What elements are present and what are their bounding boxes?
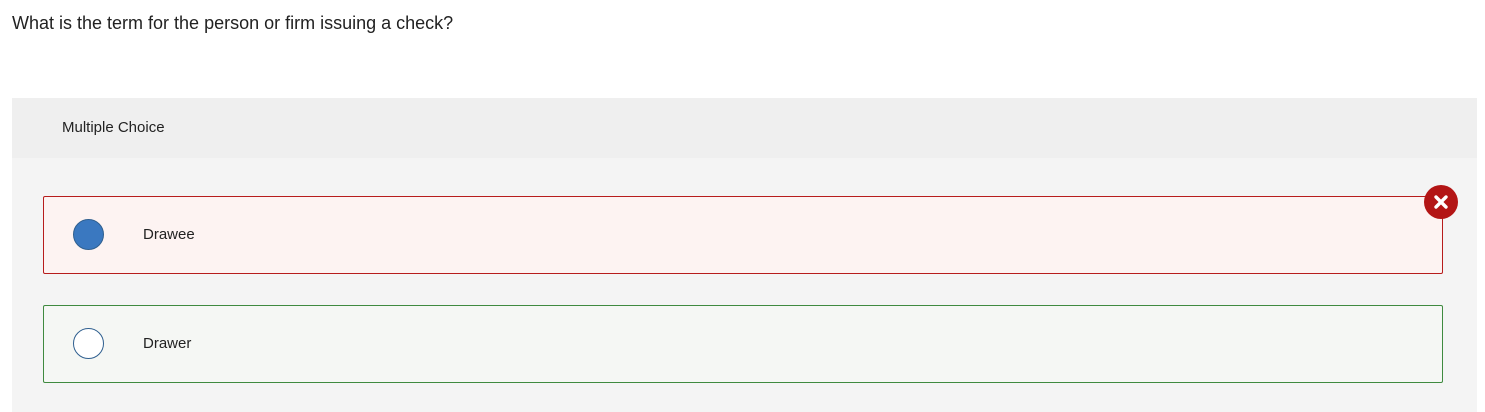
answer-option-drawer[interactable]: Drawer [43,305,1443,383]
question-type-label: Multiple Choice [62,119,165,136]
question-text: What is the term for the person or firm … [12,13,454,33]
incorrect-answer-badge [1424,185,1458,219]
radio-selected-icon[interactable] [73,219,104,250]
close-icon [1434,195,1448,209]
answer-option-label: Drawer [143,335,192,352]
multiple-choice-panel: Multiple Choice Drawee Drawer [12,98,1477,412]
answer-option-drawee[interactable]: Drawee [43,196,1443,274]
radio-unselected-icon[interactable] [73,328,104,359]
panel-header: Multiple Choice [12,98,1477,158]
answer-option-label: Drawee [143,226,195,243]
